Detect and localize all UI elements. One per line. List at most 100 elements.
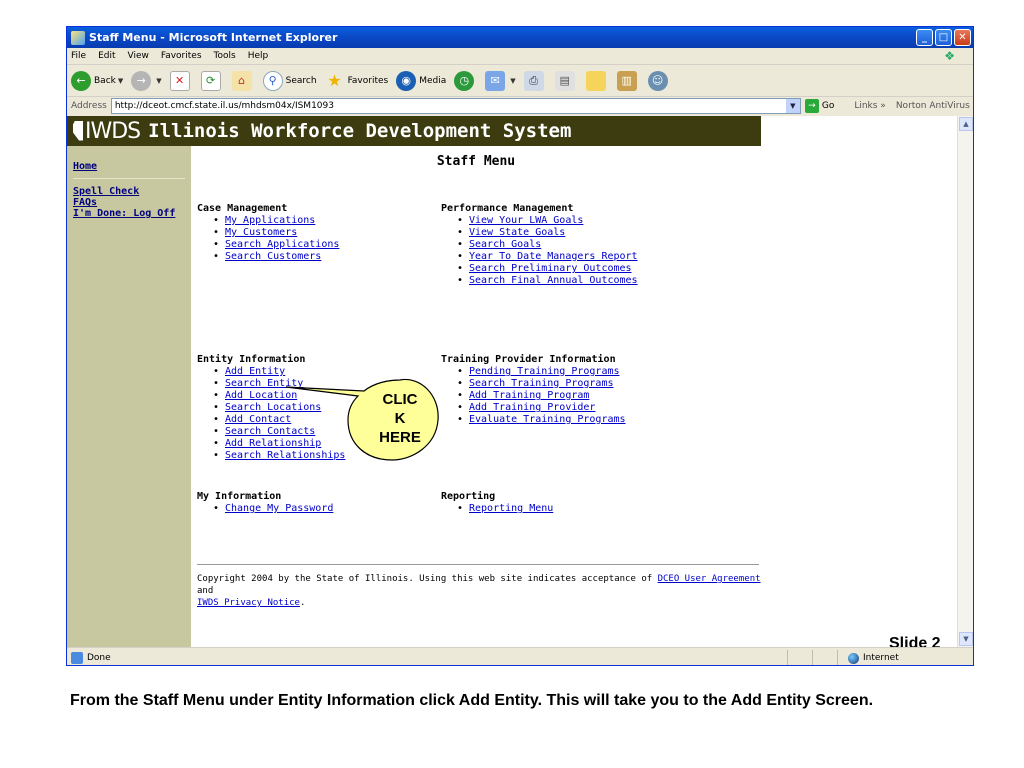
menu-file[interactable]: File (71, 51, 86, 61)
search-preliminary-outcomes-link[interactable]: Search Preliminary Outcomes (469, 263, 632, 274)
menu-favorites[interactable]: Favorites (161, 51, 202, 61)
nav-faqs-link[interactable]: FAQs (73, 197, 191, 208)
mail-button[interactable]: ✉ ▼ (485, 70, 516, 91)
scroll-down-icon[interactable]: ▼ (959, 632, 973, 646)
media-label: Media (419, 75, 447, 86)
add-entity-link[interactable]: Add Entity (225, 366, 285, 377)
folder-button[interactable] (585, 70, 609, 91)
nav-spell-check-link[interactable]: Spell Check (73, 186, 191, 197)
ytd-managers-report-link[interactable]: Year To Date Managers Report (469, 251, 638, 262)
research-icon: ▥ (616, 70, 637, 91)
my-customers-link[interactable]: My Customers (225, 227, 297, 238)
media-icon: ◉ (396, 70, 417, 91)
print-button[interactable]: ⎙ (523, 70, 547, 91)
chevron-down-icon[interactable]: ▼ (785, 99, 800, 113)
globe-icon (848, 652, 859, 664)
maximize-button[interactable]: □ (935, 29, 952, 46)
search-contacts-link[interactable]: Search Contacts (225, 426, 315, 437)
view-lwa-goals-link[interactable]: View Your LWA Goals (469, 215, 583, 226)
menu-view[interactable]: View (128, 51, 149, 61)
close-button[interactable]: ✕ (954, 29, 971, 46)
window-title: Staff Menu - Microsoft Internet Explorer (89, 31, 338, 44)
reporting-menu-link[interactable]: Reporting Menu (469, 503, 553, 514)
menu-edit[interactable]: Edit (98, 51, 115, 61)
security-zone: Internet (837, 650, 973, 665)
search-locations-link[interactable]: Search Locations (225, 402, 321, 413)
view-state-goals-link[interactable]: View State Goals (469, 227, 565, 238)
page-icon (71, 651, 83, 664)
vertical-scrollbar[interactable]: ▲ ▼ (957, 116, 973, 647)
list-item: Search Locations (213, 402, 345, 414)
home-button[interactable]: ⌂ (231, 70, 255, 91)
add-relationship-link[interactable]: Add Relationship (225, 438, 321, 449)
url-text: http://dceot.cmcf.state.il.us/mhdsm04x/I… (114, 101, 334, 111)
evaluate-training-programs-link[interactable]: Evaluate Training Programs (469, 414, 626, 425)
forward-arrow-icon: → (131, 70, 152, 91)
section-heading: My Information (197, 491, 282, 502)
minimize-button[interactable]: _ (916, 29, 933, 46)
back-button[interactable]: ← Back ▼ (71, 70, 124, 91)
address-input[interactable]: http://dceot.cmcf.state.il.us/mhdsm04x/I… (110, 98, 801, 114)
add-training-provider-link[interactable]: Add Training Provider (469, 402, 595, 413)
menu-tools[interactable]: Tools (214, 51, 236, 61)
messenger-button[interactable]: ☺ (647, 70, 671, 91)
nav-divider (73, 178, 185, 179)
callout-line: HERE (379, 429, 421, 446)
norton-antivirus-button[interactable]: Norton AntiVirus (896, 101, 970, 111)
edit-button[interactable]: ▤ (554, 70, 578, 91)
search-customers-link[interactable]: Search Customers (225, 251, 321, 262)
callout-text: CLIC K HERE (350, 390, 450, 447)
iwds-privacy-notice-link[interactable]: IWDS Privacy Notice (197, 598, 300, 608)
status-text: Done (87, 652, 111, 663)
menu-help[interactable]: Help (248, 51, 269, 61)
site-banner: IWDS Illinois Workforce Development Syst… (67, 116, 761, 146)
media-button[interactable]: ◉ Media (396, 70, 447, 91)
dceo-user-agreement-link[interactable]: DCEO User Agreement (658, 574, 761, 584)
add-training-program-link[interactable]: Add Training Program (469, 390, 589, 401)
stop-button[interactable]: ✕ (169, 70, 193, 91)
address-bar: Address http://dceot.cmcf.state.il.us/mh… (67, 97, 973, 115)
section-heading: Reporting (441, 491, 496, 502)
nav-log-off-link[interactable]: I'm Done: Log Off (73, 208, 191, 219)
list-item: Add Training Program (457, 390, 626, 402)
slide-number: Slide 2 (889, 635, 941, 647)
windows-logo-icon: ❖ (944, 49, 955, 63)
my-applications-link[interactable]: My Applications (225, 215, 315, 226)
my-information-section: My Information Change My Password (197, 491, 333, 515)
add-contact-link[interactable]: Add Contact (225, 414, 291, 425)
search-icon: ⚲ (262, 70, 283, 91)
title-bar: Staff Menu - Microsoft Internet Explorer… (67, 27, 973, 48)
chevron-down-icon: ▼ (510, 76, 516, 85)
search-button[interactable]: ⚲ Search (262, 70, 317, 91)
add-location-link[interactable]: Add Location (225, 390, 297, 401)
list-item: My Applications (213, 215, 339, 227)
page-content: IWDS Illinois Workforce Development Syst… (67, 116, 957, 647)
list-item: Pending Training Programs (457, 366, 626, 378)
scroll-up-icon[interactable]: ▲ (959, 117, 973, 131)
search-final-annual-outcomes-link[interactable]: Search Final Annual Outcomes (469, 275, 638, 286)
search-training-programs-link[interactable]: Search Training Programs (469, 378, 614, 389)
links-button[interactable]: Links » (854, 101, 886, 111)
refresh-icon: ⟳ (200, 70, 221, 91)
search-applications-link[interactable]: Search Applications (225, 239, 339, 250)
refresh-button[interactable]: ⟳ (200, 70, 224, 91)
performance-management-section: Performance Management View Your LWA Goa… (441, 203, 638, 287)
search-entity-link[interactable]: Search Entity (225, 378, 303, 389)
status-bar: Done Internet (67, 647, 973, 665)
page-title: Staff Menu (436, 154, 516, 169)
pending-training-programs-link[interactable]: Pending Training Programs (469, 366, 620, 377)
favorites-button[interactable]: ★ Favorites (325, 71, 388, 91)
chevron-down-icon: ▼ (117, 76, 124, 85)
search-goals-link[interactable]: Search Goals (469, 239, 541, 250)
back-label: Back (94, 75, 116, 86)
search-relationships-link[interactable]: Search Relationships (225, 450, 345, 461)
nav-home-link[interactable]: Home (73, 161, 191, 172)
list-item: Reporting Menu (457, 503, 553, 515)
forward-button[interactable]: → ▼ (131, 70, 162, 91)
history-button[interactable]: ◷ (454, 70, 477, 91)
go-button[interactable]: → Go (804, 99, 834, 113)
change-password-link[interactable]: Change My Password (225, 503, 333, 514)
history-icon: ◷ (454, 70, 475, 91)
research-button[interactable]: ▥ (616, 70, 640, 91)
left-navigation: Home Spell Check FAQs I'm Done: Log Off (67, 146, 191, 647)
